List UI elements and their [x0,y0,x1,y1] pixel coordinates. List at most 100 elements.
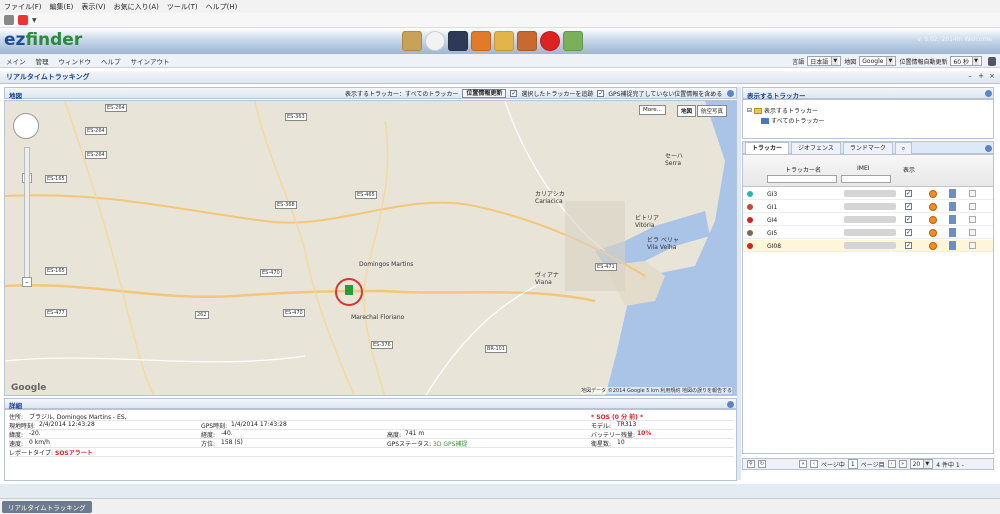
select-checkbox[interactable] [969,216,976,223]
history-icon[interactable] [949,215,956,224]
zoom-out-button[interactable]: – [22,277,32,287]
search-icon: ⌕ [901,145,906,152]
nav-main[interactable]: メイン [6,56,26,66]
minimize-icon[interactable]: – [966,72,974,81]
follow-tracker-checkbox[interactable]: ✓ [510,90,518,97]
alert-icon[interactable] [540,31,560,51]
col-imei[interactable]: IMEI [857,165,870,172]
show-checkbox[interactable]: ✓ [905,190,912,197]
col-show[interactable]: 表示 [903,165,915,174]
table-row[interactable]: GI5 ✓ [743,227,993,239]
zoom-slider[interactable] [24,147,30,287]
tree-node-all[interactable]: すべてのトラッカー [761,116,824,125]
lock-icon[interactable] [988,56,996,66]
name-filter-input[interactable] [767,175,837,183]
history-icon[interactable] [949,202,956,211]
folder-icon [754,107,763,114]
tab-trackers[interactable]: トラッカー [745,142,790,154]
history-icon[interactable] [949,228,956,237]
locate-icon[interactable] [929,242,937,250]
locate-icon[interactable] [929,229,937,237]
page-input[interactable]: 1 [847,459,858,469]
maximize-icon[interactable]: + [977,72,985,81]
logo: ezfinder [4,30,82,50]
map-attribution[interactable]: 地図データ ©2014 Google 5 km 利用規約 地図の誤りを報告する [581,387,732,394]
per-page-select[interactable]: 20 ▼ [909,459,934,469]
imei-filter-input[interactable] [841,175,891,183]
refresh-icon[interactable]: ↻ [758,460,766,468]
history-icon[interactable] [949,241,956,250]
select-checkbox[interactable] [969,242,976,249]
tab-landmark[interactable]: ランドマーク [842,142,893,154]
imei-redacted [844,242,896,249]
nav-window[interactable]: ウィンドウ [59,56,92,66]
menu-help[interactable]: ヘルプ(H) [206,2,238,12]
map-canvas[interactable]: + – More... 地図 航空写真 ES-264 ES-363 ES-264… [4,100,737,396]
nav-manage[interactable]: 管理 [36,56,49,66]
pan-control[interactable] [13,113,39,139]
filter-icon[interactable]: ⚲ [747,460,755,468]
locate-icon[interactable] [929,203,937,211]
menu-view[interactable]: 表示(V) [81,2,105,12]
locate-icon[interactable] [929,190,937,198]
menu-tools[interactable]: ツール(T) [167,2,198,12]
tab-geofence[interactable]: ジオフェンス [791,142,841,154]
clock-icon[interactable] [425,31,445,51]
collapse-icon[interactable] [727,90,734,97]
browser-toolbar: ▼ [0,13,1000,28]
map-icon[interactable] [402,31,422,51]
favorites-icon[interactable] [4,15,14,25]
first-page-icon[interactable]: « [799,460,807,468]
include-nogps-checkbox[interactable]: ✓ [597,90,605,97]
update-location-button[interactable]: 位置情報更新 [462,89,507,98]
col-tracker-name[interactable]: トラッカー名 [785,165,821,174]
refresh-select[interactable]: 60 秒 ▼ [950,56,982,66]
show-checkbox[interactable]: ✓ [905,229,912,236]
menu-edit[interactable]: 編集(E) [50,2,74,12]
road-br101 [5,283,596,303]
show-checkbox[interactable]: ✓ [905,216,912,223]
select-checkbox[interactable] [969,229,976,236]
home-icon[interactable] [18,15,28,25]
download-icon[interactable] [494,31,514,51]
select-checkbox[interactable] [969,190,976,197]
collapse-icon[interactable] [985,145,992,152]
lang-select[interactable]: 日本語 ▼ [807,56,842,66]
table-row[interactable]: GI4 ✓ [743,214,993,226]
table-row[interactable]: GI3 ✓ [743,188,993,200]
table-row[interactable]: GI08 ✓ [743,240,993,252]
collapse-icon[interactable] [727,401,734,408]
chevron-down-icon[interactable]: ▼ [32,17,37,24]
panel-splitter[interactable] [737,87,741,480]
map-type-satellite-button[interactable]: 航空写真 [697,105,728,117]
prev-page-icon[interactable]: ‹ [810,460,818,468]
tree-toggle-icon[interactable]: ⊟ [747,107,752,114]
lon-value: -40. [221,430,233,437]
fence-icon[interactable] [517,31,537,51]
tab-search[interactable]: ⌕ [894,142,913,154]
device-icon[interactable] [448,31,468,51]
history-icon[interactable] [949,189,956,198]
map-type-map-button[interactable]: 地図 [677,105,697,117]
city-label: Domingos Martins [359,261,414,268]
show-checkbox[interactable]: ✓ [905,203,912,210]
more-button[interactable]: More... [639,105,666,115]
menu-favorites[interactable]: お気に入り(A) [114,2,159,12]
locate-icon[interactable] [929,216,937,224]
tree-node-root[interactable]: ⊟ 表示するトラッカー [747,106,818,115]
nav-help[interactable]: ヘルプ [101,56,121,66]
user-icon[interactable] [471,31,491,51]
show-checkbox[interactable]: ✓ [905,242,912,249]
map-select[interactable]: Google ▼ [859,56,897,66]
next-page-icon[interactable]: › [887,460,896,468]
close-icon[interactable]: × [988,72,996,81]
taskbar-tab-realtime[interactable]: リアルタイムトラッキング [2,501,92,513]
collapse-icon[interactable] [985,90,992,97]
select-checkbox[interactable] [969,203,976,210]
table-row[interactable]: GI1 ✓ [743,201,993,213]
tracker-pin-icon[interactable] [345,285,353,295]
report-icon[interactable] [563,31,583,51]
menu-file[interactable]: ファイル(F) [4,2,42,12]
nav-signout[interactable]: サインアウト [131,56,170,66]
last-page-icon[interactable]: » [898,460,907,468]
